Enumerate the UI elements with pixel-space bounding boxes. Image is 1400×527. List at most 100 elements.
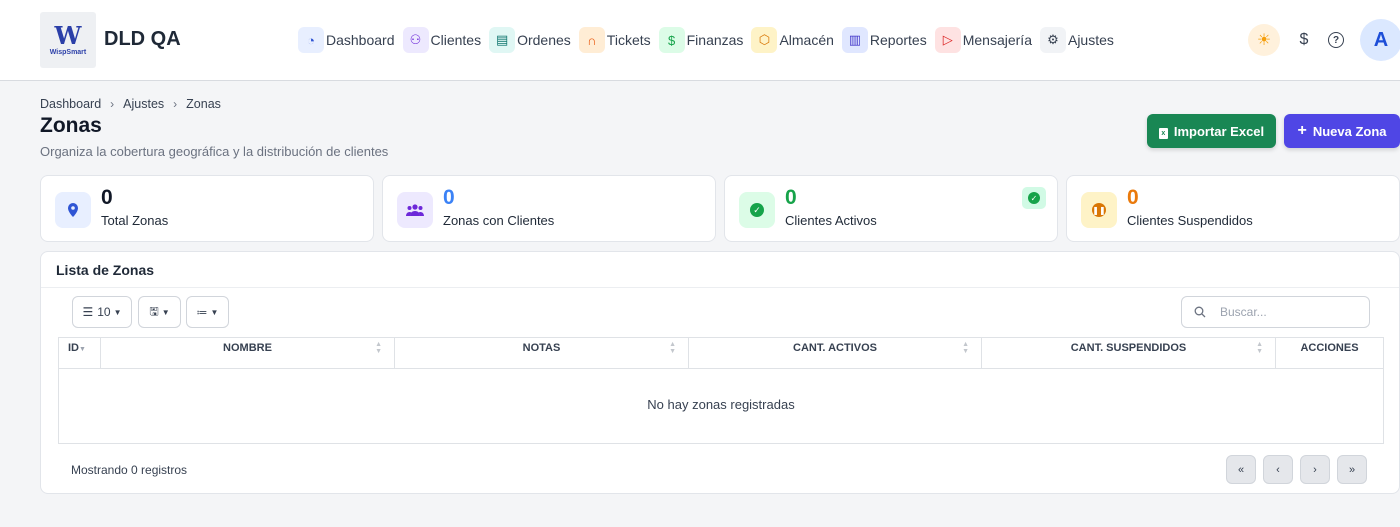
column-label: CANT. ACTIVOS (793, 342, 877, 354)
nav-item-clientes[interactable]: ⚇ Clientes (402, 27, 482, 53)
column-label: NOMBRE (223, 342, 272, 354)
stat-value: 0 (101, 186, 113, 209)
top-navbar: W WispSmart DLD QA ◔ Dashboard ⚇ Clientes ▤ O… (0, 0, 1400, 81)
app-logo[interactable]: W WispSmart (40, 12, 96, 68)
excel-file-icon: x (1158, 123, 1168, 139)
new-zone-label: Nueva Zona (1312, 123, 1387, 139)
empty-table-message: No hay zonas registradas (647, 397, 795, 412)
first-page-button[interactable]: « (1226, 455, 1256, 484)
stat-value: 0 (443, 186, 455, 209)
nav-label: Almacén (779, 32, 834, 48)
status-badge: ✓ (1022, 187, 1046, 209)
check-badge-icon: ✓ (1028, 192, 1040, 204)
prev-page-button[interactable]: ‹ (1263, 455, 1293, 484)
send-icon: ▷ (934, 27, 961, 53)
column-label: NOTAS (522, 342, 561, 354)
brand-name: DLD QA (104, 28, 181, 50)
chevron-right-icon: › (173, 97, 178, 111)
breadcrumb: Dashboard › Ajustes › Zonas (40, 97, 221, 111)
nav-item-tickets[interactable]: ∩ Tickets (578, 27, 651, 53)
export-dropdown[interactable]: 🖫 ▼ (138, 296, 181, 328)
search-box[interactable] (1181, 296, 1370, 328)
check-circle-icon: ✓ (739, 192, 775, 228)
nav-item-almacen[interactable]: ⬡ Almacén (751, 27, 834, 53)
nav-label: Mensajería (962, 32, 1032, 48)
question-icon[interactable]: ? (1320, 24, 1352, 56)
nav-item-mensajeria[interactable]: ▷ Mensajería (934, 27, 1032, 53)
nav-item-ajustes[interactable]: ⚙ Ajustes (1039, 27, 1114, 53)
stat-card-clientes-suspendidos: ❚❚ 0 Clientes Suspendidos (1066, 175, 1400, 242)
table-header: ID▼ NOMBRE ▲ ▼ NOTAS ▲ ▼ CANT. ACTIVOS ▲ ▼ … (59, 338, 1383, 369)
logo-letter: W (54, 20, 82, 50)
box-icon: ⬡ (751, 27, 778, 53)
sun-icon[interactable]: ☀ (1248, 24, 1280, 56)
nav-item-reportes[interactable]: ▥ Reportes (841, 27, 927, 53)
stat-card-clientes-activos: ✓ 0 Clientes Activos ✓ (724, 175, 1058, 242)
columns-dropdown[interactable]: ≔ ▼ (186, 296, 229, 328)
column-label: ACCIONES (1300, 342, 1359, 354)
column-header-cant-suspendidos[interactable]: CANT. SUSPENDIDOS ▲ ▼ (982, 338, 1276, 369)
caret-down-icon: ▼ (210, 307, 219, 317)
page-size-dropdown[interactable]: ☰ 10 ▼ (72, 296, 132, 328)
search-input[interactable] (1220, 305, 1350, 319)
users-icon (397, 192, 433, 228)
nav-item-dashboard[interactable]: ◔ Dashboard (298, 27, 395, 53)
column-header-id[interactable]: ID▼ (59, 338, 101, 369)
stat-label: Total Zonas (101, 213, 169, 228)
gear-icon: ⚙ (1039, 27, 1066, 53)
document-icon: ▤ (489, 27, 516, 53)
list-icon: ≔ (196, 306, 208, 319)
bar-chart-icon: ▥ (841, 27, 868, 53)
breadcrumb-item-zonas: Zonas (186, 97, 221, 111)
column-header-notas[interactable]: NOTAS ▲ ▼ (395, 338, 689, 369)
import-excel-button[interactable]: x Importar Excel (1147, 114, 1276, 148)
headset-icon: ∩ (578, 27, 605, 53)
nav-item-ordenes[interactable]: ▤ Ordenes (489, 27, 571, 53)
page-subtitle: Organiza la cobertura geográfica y la di… (40, 144, 389, 159)
column-header-nombre[interactable]: NOMBRE ▲ ▼ (101, 338, 395, 369)
dollar-icon[interactable]: $ (1288, 24, 1320, 56)
stat-label: Zonas con Clientes (443, 213, 555, 228)
main-nav: ◔ Dashboard ⚇ Clientes ▤ Ordenes ∩ Tickets $ Fina… (298, 26, 1122, 54)
nav-item-finanzas[interactable]: $ Finanzas (658, 27, 744, 53)
sort-desc-icon: ▼ (79, 346, 86, 353)
chart-pie-icon: ◔ (298, 27, 324, 53)
column-label: CANT. SUSPENDIDOS (1070, 342, 1187, 354)
last-page-button[interactable]: » (1337, 455, 1367, 484)
list-lines-icon: ☰ (82, 305, 94, 319)
chevron-right-icon: › (110, 97, 115, 111)
stat-card-zonas-con-clientes: 0 Zonas con Clientes (382, 175, 716, 242)
pause-circle-icon: ❚❚ (1081, 192, 1117, 228)
user-avatar[interactable]: A (1360, 19, 1400, 61)
nav-label: Ajustes (1067, 32, 1114, 48)
page-title: Zonas (40, 114, 102, 137)
breadcrumb-item-dashboard[interactable]: Dashboard (40, 97, 101, 111)
dollar-icon: $ (658, 27, 685, 53)
sort-icon: ▲ ▼ (375, 341, 382, 355)
import-excel-label: Importar Excel (1173, 123, 1265, 139)
breadcrumb-item-ajustes[interactable]: Ajustes (123, 97, 164, 111)
column-header-acciones: ACCIONES (1276, 338, 1383, 369)
search-icon (1194, 306, 1206, 318)
stat-label: Clientes Suspendidos (1127, 213, 1253, 228)
column-label: ID (68, 342, 79, 354)
column-header-cant-activos[interactable]: CANT. ACTIVOS ▲ ▼ (689, 338, 982, 369)
logo-text: WispSmart (49, 48, 87, 56)
nav-label: Dashboard (326, 32, 395, 48)
records-count: Mostrando 0 registros (71, 463, 188, 477)
nav-label: Finanzas (686, 32, 744, 48)
zones-table: ID▼ NOMBRE ▲ ▼ NOTAS ▲ ▼ CANT. ACTIVOS ▲ ▼ … (58, 337, 1384, 444)
caret-down-icon: ▼ (161, 307, 170, 317)
nav-label: Ordenes (517, 32, 571, 48)
nav-label: Clientes (430, 32, 482, 48)
stat-label: Clientes Activos (785, 213, 877, 228)
stat-card-total-zonas: 0 Total Zonas (40, 175, 374, 242)
users-icon: ⚇ (402, 27, 429, 53)
next-page-button[interactable]: › (1300, 455, 1330, 484)
nav-label: Reportes (869, 32, 927, 48)
sort-icon: ▲ ▼ (1256, 341, 1263, 355)
divider (41, 287, 1399, 288)
sort-icon: ▲ ▼ (669, 341, 676, 355)
new-zone-button[interactable]: + Nueva Zona (1284, 114, 1400, 148)
panel-title: Lista de Zonas (56, 262, 155, 278)
